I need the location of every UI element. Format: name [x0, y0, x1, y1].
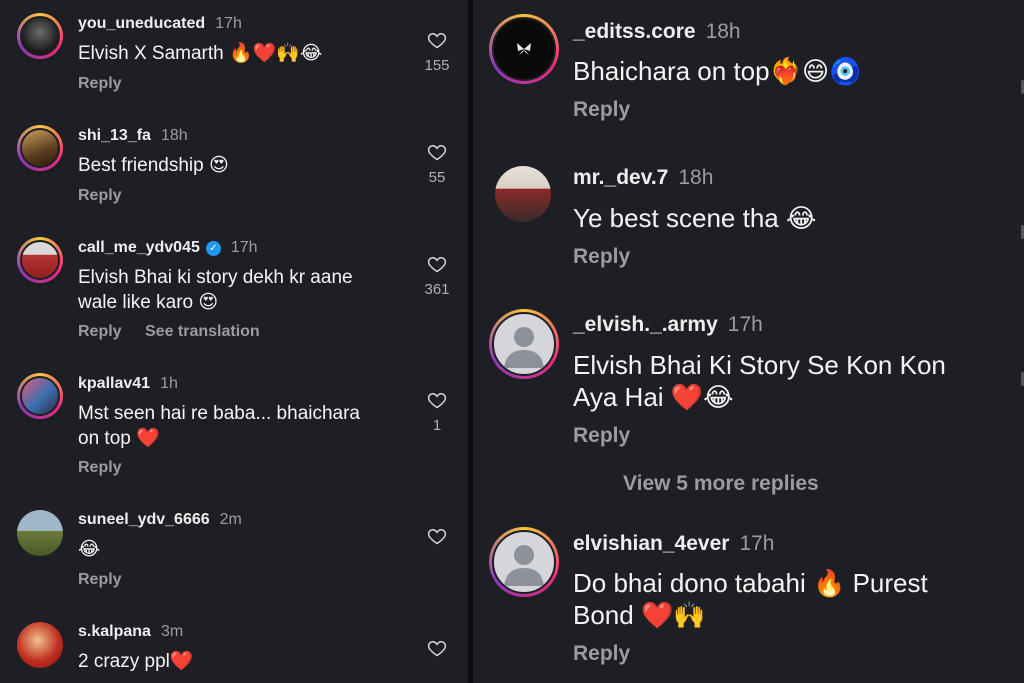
comment-time: 17h — [727, 313, 763, 336]
avatar[interactable] — [17, 510, 63, 556]
comment-text: 😂 — [78, 539, 101, 560]
reply-button[interactable]: Reply — [78, 187, 122, 205]
reply-button[interactable]: Reply — [78, 459, 122, 477]
comment-time: 17h — [215, 15, 242, 32]
left-comments-panel: you_uneducated 17h Elvish X Samarth 🔥❤️🙌😂… — [0, 0, 468, 683]
heart-outline-icon[interactable] — [427, 254, 447, 274]
comment-username[interactable]: call_me_ydv045 ✓ 17h — [78, 239, 258, 257]
comment-username[interactable]: _editss.core 18h — [573, 20, 741, 44]
comment-text: Elvish Bhai Ki Story Se Kon Kon — [573, 350, 946, 380]
heart-outline-icon[interactable] — [427, 30, 447, 50]
reply-button[interactable]: Reply — [573, 98, 630, 122]
avatar[interactable] — [17, 622, 63, 668]
comment-text: Aya Hai ❤️😂 — [573, 382, 734, 412]
heart-outline-icon[interactable] — [427, 142, 447, 162]
comment-text: Best friendship 😍 — [78, 155, 229, 176]
reply-button[interactable]: Reply — [573, 245, 630, 269]
comment-time: 3m — [160, 623, 184, 640]
comment-time: 17h — [739, 532, 775, 555]
comment-username[interactable]: elvishian_4ever 17h — [573, 532, 775, 556]
like-count: 361 — [424, 281, 450, 298]
comment-time: 1h — [160, 375, 178, 392]
comment-text: Elvish X Samarth 🔥❤️🙌😂 — [78, 43, 323, 64]
comment-text: Ye best scene tha 😂 — [573, 203, 817, 233]
comment-text: Elvish Bhai ki story dekh kr aane — [78, 267, 353, 288]
comment-text: on top ❤️ — [78, 428, 160, 449]
avatar[interactable] — [17, 125, 63, 171]
comment-username[interactable]: mr._dev.7 18h — [573, 166, 713, 190]
comment-username[interactable]: kpallav41 1h — [78, 375, 178, 393]
avatar[interactable] — [17, 373, 63, 419]
comment-text: wale like karo 😍 — [78, 292, 219, 313]
avatar[interactable] — [489, 527, 559, 597]
comment-text: 2 crazy ppl❤️ — [78, 651, 194, 672]
comment-text: Bond ❤️🙌 — [573, 600, 706, 630]
heart-outline-icon[interactable] — [427, 390, 447, 410]
like-count: 55 — [428, 169, 446, 186]
see-translation-link[interactable]: See translation — [145, 323, 260, 341]
verified-badge-icon: ✓ — [205, 241, 221, 256]
reply-button[interactable]: Reply — [573, 424, 630, 448]
reply-button[interactable]: Reply — [78, 571, 122, 589]
avatar[interactable] — [495, 166, 551, 222]
view-more-replies-button[interactable]: View 5 more replies — [623, 472, 819, 496]
comment-text: Do bhai dono tabahi 🔥 Purest — [573, 568, 928, 598]
comment-username[interactable]: s.kalpana 3m — [78, 623, 183, 641]
reply-button[interactable]: Reply — [78, 323, 122, 341]
right-comments-panel: _editss.core 18h Bhaichara on top❤️‍🔥😄🧿 R… — [473, 0, 1024, 683]
comment-text: Bhaichara on top❤️‍🔥😄🧿 — [573, 56, 862, 86]
like-count: 155 — [424, 57, 450, 74]
comment-username[interactable]: _elvish._.army 17h — [573, 313, 763, 337]
reply-button[interactable]: Reply — [78, 75, 122, 93]
comment-text: Mst seen hai re baba... bhaichara — [78, 403, 361, 424]
comment-username[interactable]: suneel_ydv_6666 2m — [78, 511, 242, 529]
heart-outline-icon[interactable] — [427, 526, 447, 546]
avatar[interactable] — [489, 14, 559, 84]
person-silhouette-icon — [504, 327, 544, 368]
comment-time: 18h — [705, 20, 741, 43]
reply-button[interactable]: Reply — [573, 642, 630, 666]
avatar[interactable] — [17, 13, 63, 59]
comment-time: 18h — [160, 127, 188, 144]
person-silhouette-icon — [504, 545, 544, 586]
heart-outline-icon[interactable] — [427, 638, 447, 658]
like-count: 1 — [432, 417, 442, 434]
avatar[interactable] — [17, 237, 63, 283]
comment-username[interactable]: shi_13_fa 18h — [78, 127, 188, 145]
comment-time: 18h — [678, 166, 714, 189]
avatar[interactable] — [489, 309, 559, 379]
comment-time: 17h — [230, 239, 258, 256]
butterfly-icon — [517, 43, 531, 55]
comment-time: 2m — [219, 511, 242, 528]
comment-username[interactable]: you_uneducated 17h — [78, 15, 242, 33]
